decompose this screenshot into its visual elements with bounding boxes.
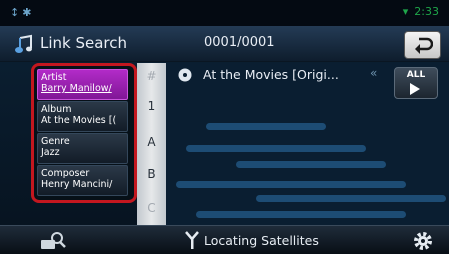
result-list: At the Movies [Origi... « ALL bbox=[166, 63, 449, 225]
usb-bluetooth-icons: ↕✱ bbox=[10, 6, 35, 19]
result-counter: 0001/0001 bbox=[204, 35, 275, 50]
category-value: At the Movies [( bbox=[41, 115, 117, 126]
category-label: Composer bbox=[41, 168, 90, 179]
search-list-icon[interactable] bbox=[39, 230, 69, 252]
background-streak bbox=[186, 145, 366, 152]
play-icon bbox=[410, 83, 420, 95]
index-letter[interactable]: # bbox=[137, 69, 166, 83]
gps-status-text: Locating Satellites bbox=[204, 233, 319, 248]
page-title: Link Search bbox=[40, 34, 128, 52]
index-letter[interactable]: A bbox=[137, 135, 166, 149]
status-right: ▾ 2:33 bbox=[403, 5, 439, 18]
background-streak bbox=[236, 161, 386, 168]
status-bar: ↕✱ ▾ 2:33 bbox=[0, 0, 449, 26]
category-label: Artist bbox=[41, 72, 67, 83]
background-streak bbox=[176, 181, 406, 188]
play-all-label: ALL bbox=[406, 70, 426, 80]
background-streak bbox=[196, 211, 406, 218]
index-letter[interactable]: C bbox=[137, 201, 166, 215]
category-value: Henry Mancini/ bbox=[41, 179, 113, 190]
category-album[interactable]: Album At the Movies [( bbox=[37, 101, 128, 132]
gps-antenna-icon bbox=[185, 231, 199, 249]
category-value: Barry Manilow/ bbox=[41, 83, 112, 94]
list-item-label: At the Movies [Origi... bbox=[203, 67, 339, 82]
link-search-screen: ↕✱ ▾ 2:33 Link Search 0001/0001 Artist Ba… bbox=[0, 0, 449, 254]
category-label: Genre bbox=[41, 136, 70, 147]
clock: 2:33 bbox=[414, 5, 439, 18]
title-bar: Link Search 0001/0001 bbox=[0, 26, 449, 62]
settings-icon[interactable] bbox=[411, 229, 435, 253]
list-item[interactable]: At the Movies [Origi... « bbox=[176, 65, 386, 85]
index-letter[interactable]: B bbox=[137, 167, 166, 181]
category-artist[interactable]: Artist Barry Manilow/ bbox=[37, 69, 128, 100]
wifi-icon: ▾ bbox=[402, 5, 409, 18]
category-composer[interactable]: Composer Henry Mancini/ bbox=[37, 165, 128, 196]
return-icon bbox=[415, 37, 433, 54]
category-label: Album bbox=[41, 104, 72, 115]
link-category-list: Artist Barry Manilow/ Album At the Movie… bbox=[31, 63, 137, 203]
background-streak bbox=[256, 195, 446, 202]
alphabet-index[interactable]: # 1 A B C bbox=[137, 63, 166, 225]
scroll-text-icon[interactable]: « bbox=[370, 66, 377, 80]
music-note-icon bbox=[15, 34, 32, 53]
back-button[interactable] bbox=[404, 31, 441, 59]
background-streak bbox=[206, 123, 326, 130]
disc-icon bbox=[178, 68, 192, 82]
play-all-button[interactable]: ALL bbox=[394, 67, 438, 99]
category-genre[interactable]: Genre Jazz bbox=[37, 133, 128, 164]
bottom-bar: Locating Satellites bbox=[0, 225, 449, 254]
category-value: Jazz bbox=[41, 147, 60, 158]
index-letter[interactable]: 1 bbox=[137, 99, 166, 113]
